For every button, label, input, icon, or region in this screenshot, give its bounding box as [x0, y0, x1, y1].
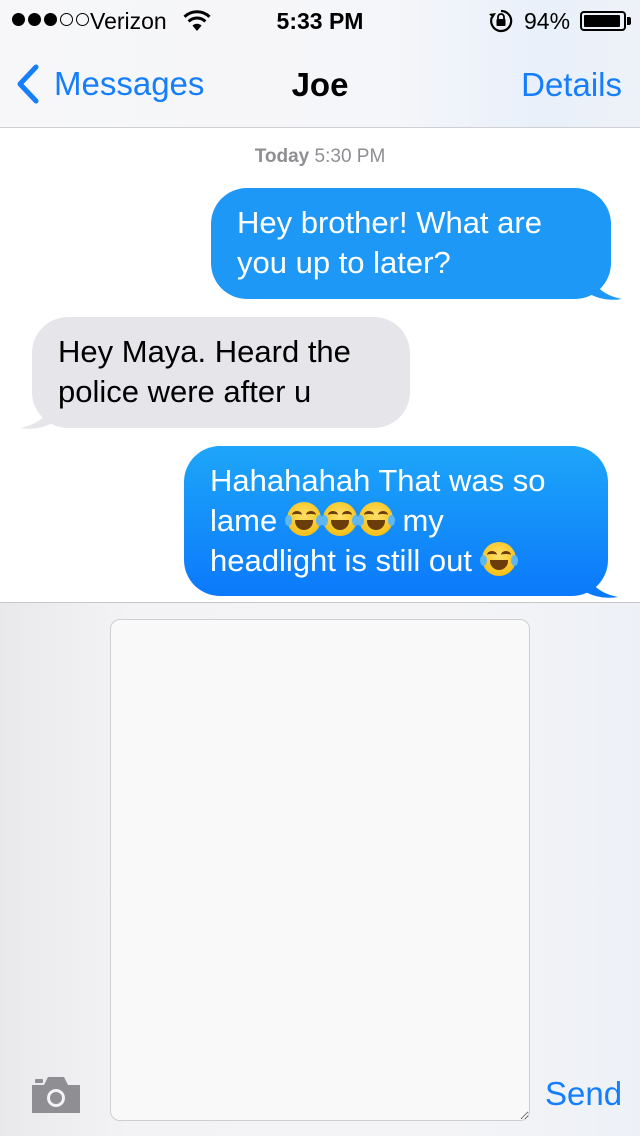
message-input[interactable] — [110, 619, 530, 1121]
message-timestamp: Today 5:30 PM — [0, 146, 640, 168]
tears-of-joy-emoji-icon — [284, 502, 323, 536]
camera-icon — [32, 1077, 80, 1113]
tears-of-joy-emoji-icon — [356, 502, 395, 536]
message-line: headlight is still out — [210, 541, 584, 581]
details-button[interactable]: Details — [521, 66, 622, 104]
message-text: Hey Maya. Heard the — [58, 334, 351, 369]
message-text: police were after u — [58, 374, 312, 409]
battery-level — [584, 15, 620, 27]
battery-percentage: 94% — [524, 8, 571, 34]
top-bar: Verizon 5:33 PM 94% Messages Joe Details — [0, 0, 640, 128]
message-line: lame my — [210, 501, 584, 541]
timestamp-time: 5:30 PM — [314, 146, 386, 167]
send-button[interactable]: Send — [545, 1075, 622, 1113]
message-bubble-outgoing[interactable]: Hey brother! What are you up to later? — [211, 188, 611, 299]
message-text: you up to later? — [237, 245, 451, 280]
chevron-left-icon — [17, 64, 39, 104]
compose-area: Send — [0, 602, 640, 1136]
message-text: headlight is still out — [210, 543, 472, 578]
camera-button[interactable] — [30, 1073, 82, 1120]
back-button-label: Messages — [54, 65, 205, 102]
message-text: my — [402, 503, 444, 538]
message-thread: Today 5:30 PM Hey brother! What are you … — [0, 129, 640, 602]
tears-of-joy-emoji-icon — [479, 542, 518, 576]
timestamp-day: Today — [254, 146, 310, 167]
battery-icon — [580, 11, 626, 31]
message-text: Hey brother! What are — [237, 205, 542, 240]
message-text: Hahahahah That was so — [210, 463, 546, 498]
back-button[interactable]: Messages — [16, 64, 204, 104]
status-bar: Verizon 5:33 PM 94% — [0, 0, 640, 40]
message-bubble-incoming[interactable]: Hey Maya. Heard the police were after u — [32, 317, 410, 428]
message-text: lame — [210, 503, 278, 538]
battery-cap — [627, 17, 631, 25]
messages-screen: Verizon 5:33 PM 94% Messages Joe Details… — [0, 0, 640, 1136]
message-bubble-outgoing[interactable]: Hahahahah That was so lame my headlight … — [184, 446, 608, 596]
tears-of-joy-emoji-icon — [320, 502, 359, 536]
rotation-lock-icon — [488, 9, 514, 39]
